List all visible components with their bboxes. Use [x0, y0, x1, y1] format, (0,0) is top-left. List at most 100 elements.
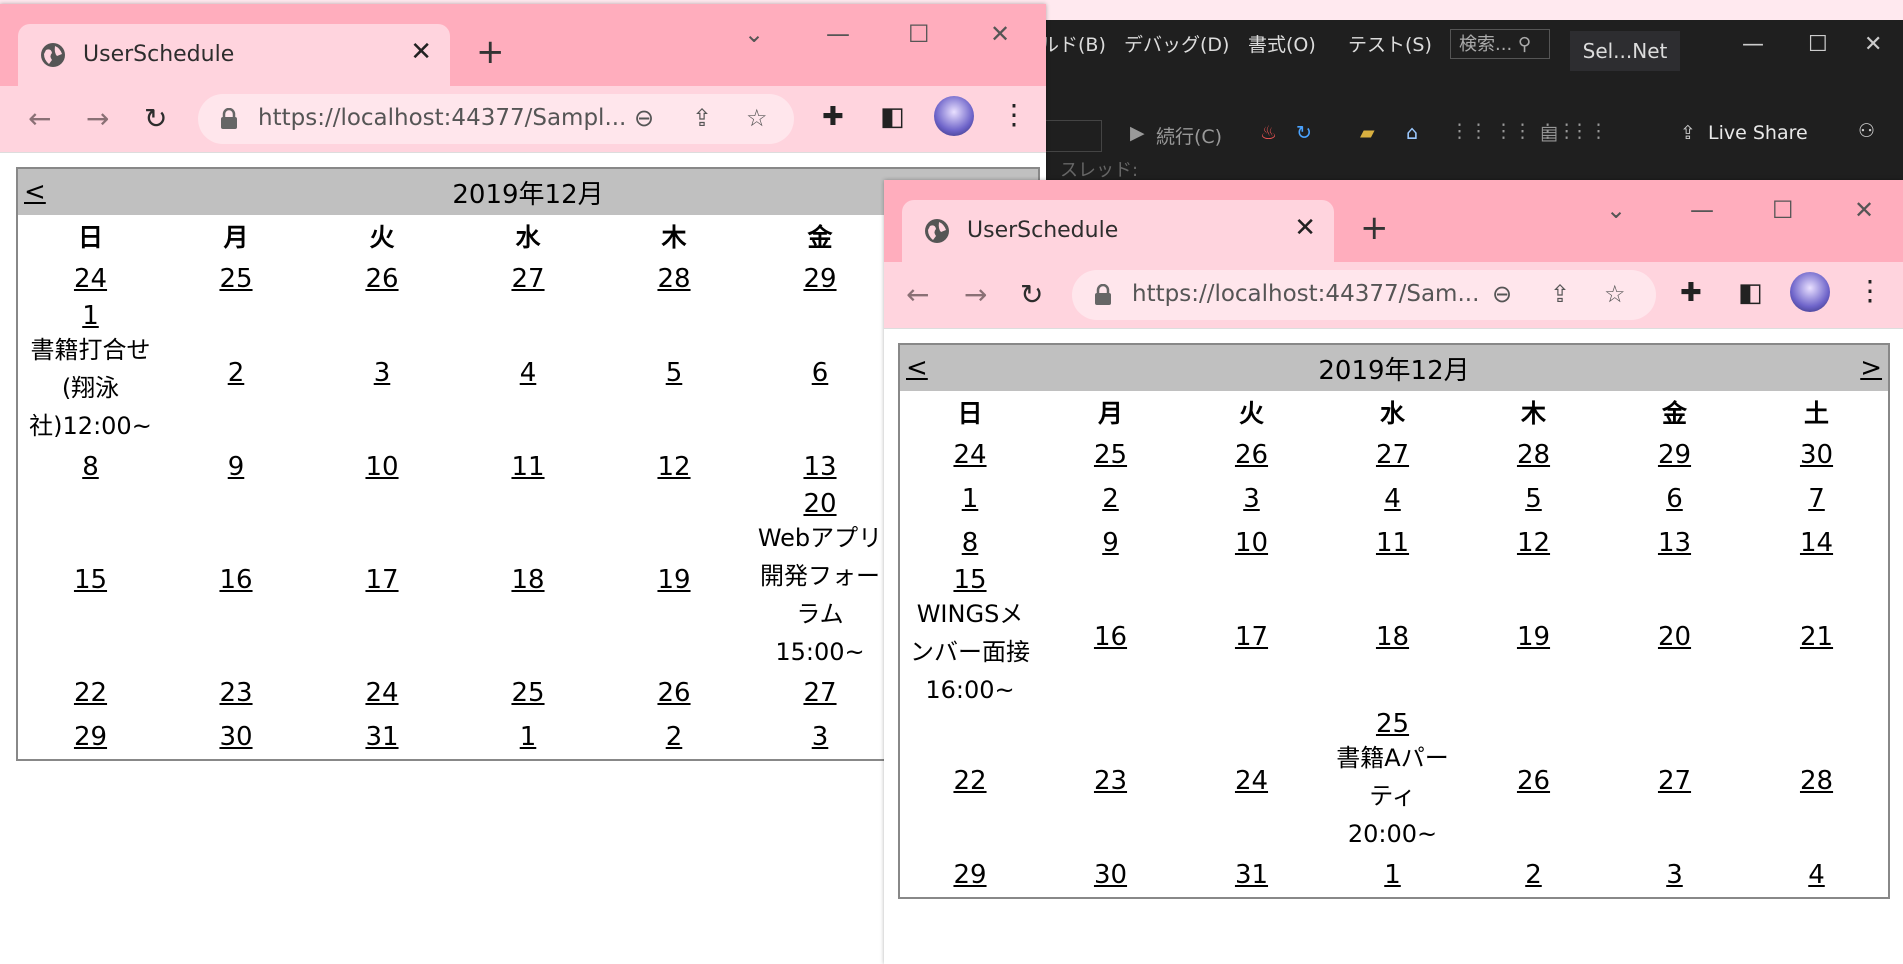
minimize-icon[interactable]: — [1742, 32, 1764, 57]
day-link[interactable]: 22 [74, 678, 107, 708]
day-link[interactable]: 24 [74, 264, 107, 294]
browser-icon[interactable]: ⌂ [1406, 122, 1418, 144]
day-link[interactable]: 16 [1094, 622, 1127, 652]
refresh-icon[interactable]: ↻ [1296, 122, 1312, 144]
avatar[interactable] [934, 96, 974, 136]
day-link[interactable]: 3 [1243, 484, 1260, 514]
day-link[interactable]: 17 [1235, 622, 1268, 652]
day-link[interactable]: 30 [1800, 440, 1833, 470]
back-icon[interactable]: ← [906, 278, 929, 311]
share-icon[interactable]: ⇪ [692, 104, 712, 132]
vs-menu-build[interactable]: ルド(B) [1040, 30, 1106, 57]
day-link[interactable]: 18 [1376, 622, 1409, 652]
day-link[interactable]: 4 [1384, 484, 1401, 514]
day-link[interactable]: 24 [1235, 766, 1268, 796]
day-link[interactable]: 25 [219, 264, 252, 294]
day-link[interactable]: 22 [953, 766, 986, 796]
day-link[interactable]: 5 [1525, 484, 1542, 514]
day-link[interactable]: 28 [1800, 766, 1833, 796]
avatar[interactable] [1790, 272, 1830, 312]
day-link[interactable]: 13 [803, 452, 836, 482]
tab-close-icon[interactable]: ✕ [410, 37, 432, 67]
day-link[interactable]: 11 [1376, 528, 1409, 558]
day-link[interactable]: 24 [365, 678, 398, 708]
day-link[interactable]: 4 [1808, 860, 1825, 890]
day-link[interactable]: 29 [74, 722, 107, 752]
tab-search-icon[interactable]: ⌄ [744, 20, 764, 48]
day-link[interactable]: 3 [1666, 860, 1683, 890]
day-link[interactable]: 2 [228, 358, 245, 388]
maximize-icon[interactable]: ☐ [1808, 32, 1828, 57]
format-icons-2[interactable]: ⋮⋮ [1570, 120, 1608, 142]
day-link[interactable]: 1 [520, 722, 537, 752]
day-link[interactable]: 15 [953, 565, 986, 595]
day-link[interactable]: 27 [1658, 766, 1691, 796]
vs-menu-test[interactable]: テスト(S) [1348, 30, 1432, 57]
day-link[interactable]: 29 [803, 264, 836, 294]
day-link[interactable]: 10 [365, 452, 398, 482]
prev-month-link[interactable]: < [24, 177, 46, 207]
side-panel-icon[interactable]: ◧ [1738, 278, 1763, 308]
day-link[interactable]: 19 [1517, 622, 1550, 652]
vs-menu-format[interactable]: 書式(O) [1248, 30, 1316, 57]
day-link[interactable]: 17 [365, 565, 398, 595]
day-link[interactable]: 9 [1102, 528, 1119, 558]
day-link[interactable]: 6 [812, 358, 829, 388]
extensions-icon[interactable]: ✚ [822, 102, 844, 132]
day-link[interactable]: 23 [1094, 766, 1127, 796]
tab-search-icon[interactable]: ⌄ [1606, 196, 1626, 224]
minimize-icon[interactable]: — [1690, 196, 1714, 224]
share-icon[interactable]: ⇪ [1550, 280, 1570, 308]
document-icon[interactable]: ▤ [1540, 122, 1558, 144]
day-link[interactable]: 13 [1658, 528, 1691, 558]
day-link[interactable]: 29 [953, 860, 986, 890]
zoom-icon[interactable]: ⊖ [634, 104, 654, 132]
day-link[interactable]: 28 [1517, 440, 1550, 470]
day-link[interactable]: 26 [365, 264, 398, 294]
day-link[interactable]: 25 [1094, 440, 1127, 470]
day-link[interactable]: 27 [1376, 440, 1409, 470]
extensions-icon[interactable]: ✚ [1680, 278, 1702, 308]
folder-icon[interactable]: ▰ [1360, 122, 1375, 144]
day-link[interactable]: 25 [1376, 709, 1409, 739]
close-icon[interactable]: ✕ [990, 20, 1010, 48]
day-link[interactable]: 1 [82, 301, 99, 331]
day-link[interactable]: 27 [803, 678, 836, 708]
day-link[interactable]: 12 [1517, 528, 1550, 558]
vs-search-box[interactable]: 検索... ⚲ [1450, 29, 1550, 59]
day-link[interactable]: 2 [1525, 860, 1542, 890]
day-link[interactable]: 26 [1235, 440, 1268, 470]
day-link[interactable]: 26 [1517, 766, 1550, 796]
close-icon[interactable]: ✕ [1854, 196, 1874, 224]
day-link[interactable]: 11 [511, 452, 544, 482]
play-icon[interactable]: ▶ [1130, 122, 1145, 144]
star-icon[interactable]: ☆ [1604, 280, 1626, 308]
day-link[interactable]: 9 [228, 452, 245, 482]
live-share-label[interactable]: Live Share [1708, 122, 1808, 144]
day-link[interactable]: 28 [657, 264, 690, 294]
reload-icon[interactable]: ↻ [1020, 278, 1043, 311]
new-tab-icon[interactable]: + [476, 32, 505, 72]
day-link[interactable]: 8 [962, 528, 979, 558]
minimize-icon[interactable]: — [826, 20, 850, 48]
forward-icon[interactable]: → [964, 278, 987, 311]
maximize-icon[interactable]: ☐ [1772, 196, 1794, 224]
day-link[interactable]: 20 [803, 489, 836, 519]
tab-userschedule[interactable]: UserSchedule ✕ [902, 200, 1334, 262]
person-icon[interactable]: ⚇ [1858, 120, 1875, 142]
next-month-link[interactable]: > [1860, 353, 1882, 383]
day-link[interactable]: 6 [1666, 484, 1683, 514]
address-bar[interactable]: https://localhost:44377/Sampl... ⊖ ⇪ ☆ [198, 94, 794, 144]
star-icon[interactable]: ☆ [746, 104, 768, 132]
share-icon[interactable]: ⇪ [1680, 122, 1696, 144]
day-link[interactable]: 4 [520, 358, 537, 388]
vs-menu-debug[interactable]: デバッグ(D) [1124, 30, 1229, 57]
day-link[interactable]: 1 [962, 484, 979, 514]
day-link[interactable]: 3 [374, 358, 391, 388]
vs-continue-label[interactable]: 続行(C) [1156, 122, 1222, 149]
day-link[interactable]: 8 [82, 452, 99, 482]
day-link[interactable]: 30 [1094, 860, 1127, 890]
zoom-icon[interactable]: ⊖ [1492, 280, 1512, 308]
day-link[interactable]: 14 [1800, 528, 1833, 558]
day-link[interactable]: 25 [511, 678, 544, 708]
